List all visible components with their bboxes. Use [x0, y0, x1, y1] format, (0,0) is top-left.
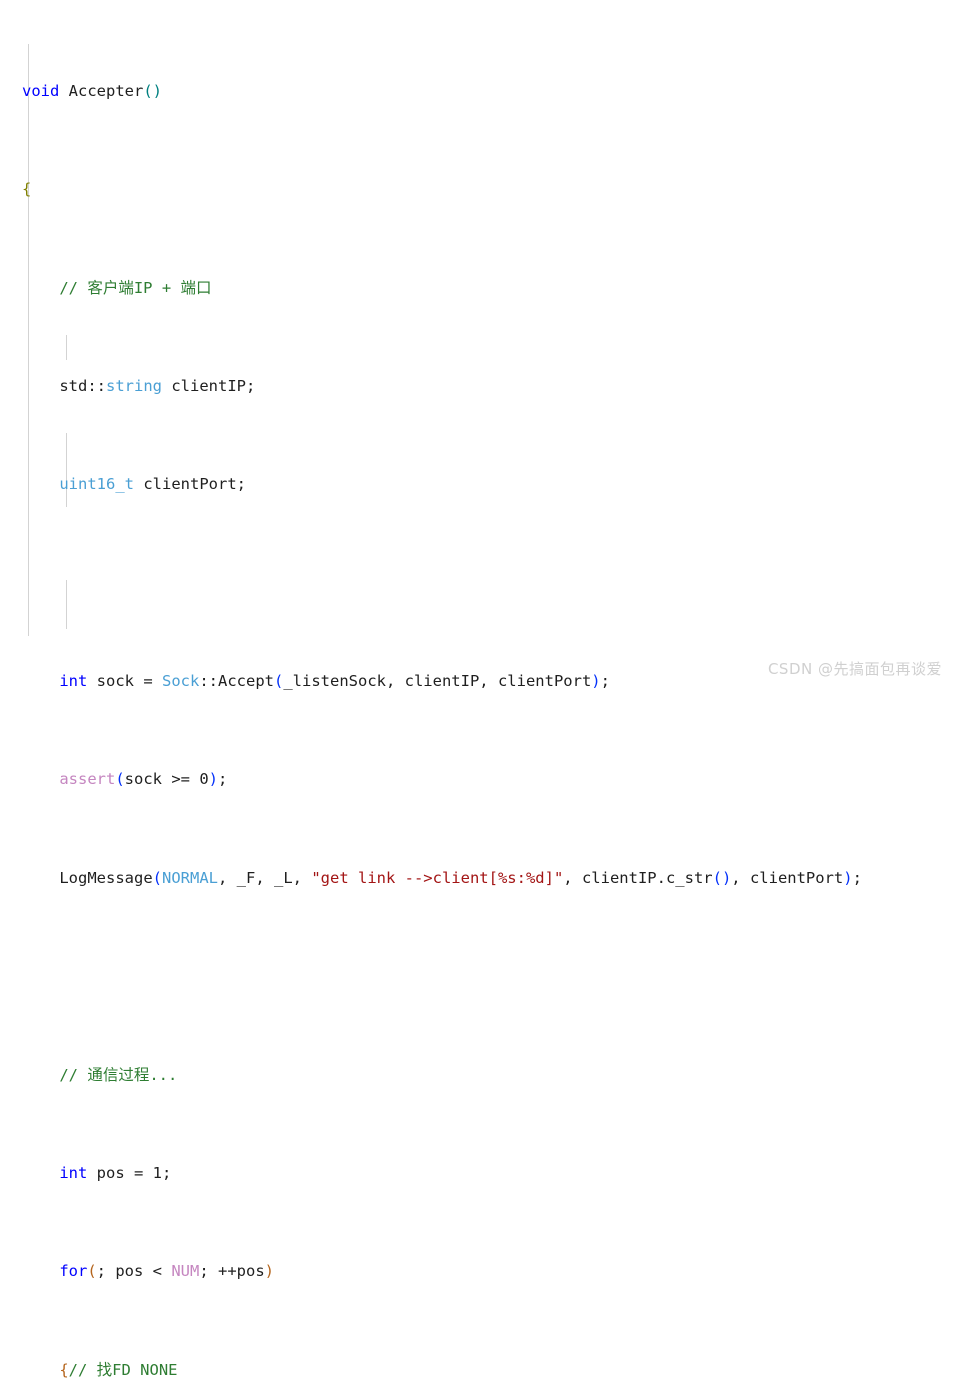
code-block[interactable]: void Accepter() { // 客户端IP + 端口 std::str… — [0, 0, 862, 1378]
code-line-12: int pos = 1; — [59, 1163, 172, 1182]
code-line-8: assert(sock >= 0); — [59, 770, 228, 789]
code-line-11: // 通信过程... — [59, 1065, 178, 1084]
code-line-13: for(; pos < NUM; ++pos) — [59, 1262, 274, 1281]
code-line-4: std::string clientIP; — [59, 376, 256, 395]
code-line-1: void Accepter() — [22, 81, 162, 100]
code-line-10-blank — [22, 964, 862, 989]
code-line-7: int sock = Sock::Accept(_listenSock, cli… — [59, 672, 610, 691]
code-line-2: { — [22, 180, 32, 199]
code-line-3: // 客户端IP + 端口 — [59, 278, 212, 297]
code-screenshot: void Accepter() { // 客户端IP + 端口 std::str… — [0, 0, 960, 1378]
code-line-6-blank — [22, 571, 862, 596]
code-line-5: uint16_t clientPort; — [59, 475, 246, 494]
csdn-watermark: CSDN @先搞面包再谈爱 — [767, 660, 942, 678]
code-line-9: LogMessage(NORMAL, _F, _L, "get link -->… — [59, 868, 862, 887]
code-line-14: {// 找FD_NONE — [59, 1360, 178, 1378]
